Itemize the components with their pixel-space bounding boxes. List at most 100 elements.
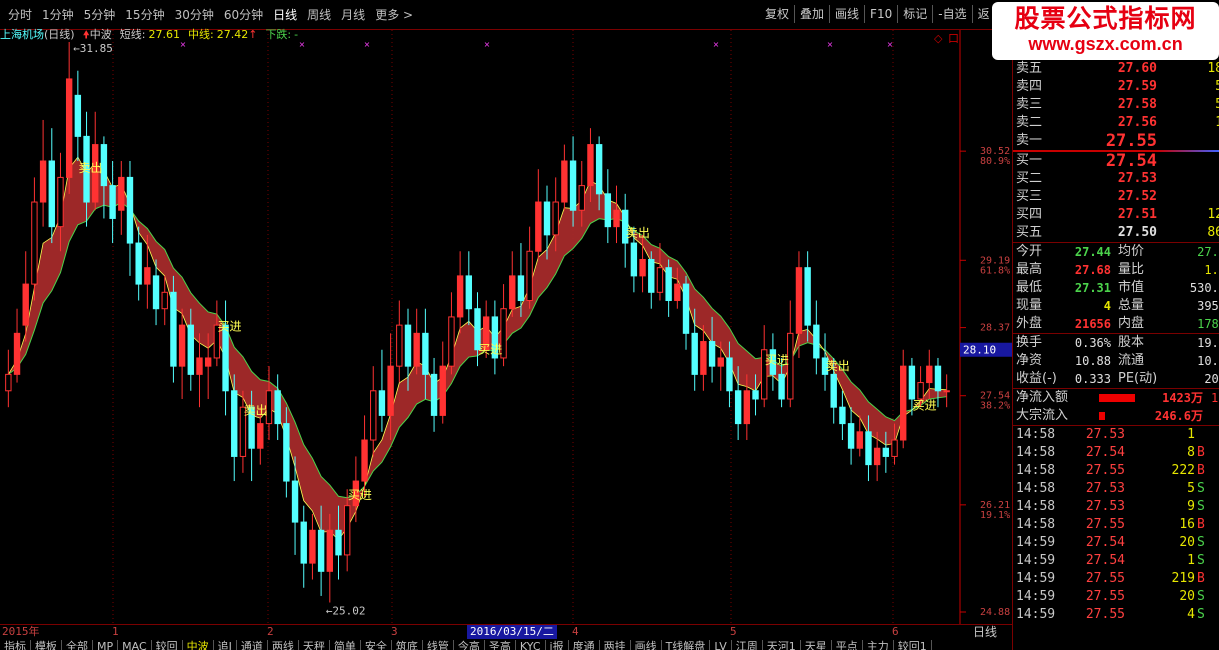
event-marker[interactable]: × [299,40,306,49]
candle[interactable] [39,119,47,227]
bid-price[interactable]: 27.51 [1083,206,1157,224]
tool-button[interactable]: 叠加 [794,5,829,23]
candle[interactable] [309,513,316,580]
indicator-tab[interactable]: 筑底 [392,640,423,650]
period-tab[interactable]: 月线 [336,6,370,24]
candle[interactable] [439,341,446,424]
candle[interactable] [126,160,134,276]
ask-price[interactable]: 27.55 [1083,132,1157,150]
candle[interactable] [813,300,820,375]
period-label[interactable]: 日线 [973,625,997,639]
period-tab[interactable]: 60分钟 [219,6,268,24]
tool-button[interactable]: -自选 [932,5,971,23]
candle[interactable] [700,325,707,391]
candle[interactable] [448,292,455,375]
buy-signal[interactable]: 买进 [218,319,242,333]
period-tab[interactable]: 1分钟 [37,6,79,24]
candle[interactable] [396,300,403,383]
indicator-tab[interactable]: 全部 [62,640,93,650]
indicator-tab[interactable]: 画线 [631,640,662,650]
candle[interactable] [839,390,846,441]
period-tab[interactable]: 30分钟 [170,6,219,24]
buy-signal[interactable]: 买进 [478,343,502,357]
buy-signal[interactable]: 买进 [913,398,937,412]
candle[interactable] [804,251,811,342]
candle[interactable] [456,251,464,334]
candle[interactable] [943,374,950,408]
indicator-tab[interactable]: 安全 [361,640,392,650]
buy-signal[interactable]: 买进 [348,488,372,502]
candle[interactable] [648,251,655,309]
indicator-tab[interactable]: 天星 [801,640,832,650]
candle[interactable] [48,128,55,244]
indicator-tab[interactable]: 圣高 [485,640,516,650]
sell-signal[interactable]: 卖出 [79,161,103,175]
indicator-tab[interactable]: 天秤 [299,640,330,650]
event-marker[interactable]: × [713,40,720,49]
indicator-tab[interactable]: 两线 [268,640,299,650]
indicator-tab[interactable]: 较回1 [894,640,932,650]
candle[interactable] [222,300,229,416]
event-marker[interactable]: × [180,40,187,49]
candle[interactable] [665,259,672,317]
indicator-tab[interactable]: 较回 [152,640,183,650]
candle[interactable] [300,505,307,588]
indicator-tab[interactable]: 简单 [330,640,361,650]
candle[interactable] [682,275,690,350]
ask-price[interactable]: 27.60 [1083,60,1157,78]
candle[interactable] [491,300,499,375]
period-tab[interactable]: 5分钟 [79,6,121,24]
indicator-tab[interactable]: KYC [516,640,546,650]
sell-signal[interactable]: 卖出 [244,403,268,417]
candle[interactable] [561,144,568,211]
candle[interactable] [231,374,238,482]
buy-signal[interactable]: 买进 [765,353,789,367]
indicator-tab[interactable]: j报 [546,640,569,650]
period-tab[interactable]: 周线 [302,6,336,24]
candle[interactable] [847,407,855,465]
candle[interactable] [31,177,38,301]
candle[interactable] [604,169,612,244]
candle[interactable] [430,357,438,432]
candle[interactable] [5,349,12,408]
candle[interactable] [361,415,368,498]
bid-price[interactable]: 27.50 [1083,224,1157,242]
ask-price[interactable]: 27.56 [1083,114,1157,132]
indicator-tab[interactable]: 主力 [863,640,894,650]
indicator-tab[interactable]: 模板 [31,640,62,650]
bid-price[interactable]: 27.53 [1083,170,1157,188]
candle[interactable] [465,251,473,326]
tool-button[interactable]: 画线 [829,5,864,23]
period-tab[interactable]: 15分钟 [120,6,169,24]
indicator-tab[interactable]: 指标 [0,640,31,650]
indicator-tab[interactable]: LV [710,640,732,650]
indicator-tab[interactable]: 两挂 [600,640,631,650]
bid-price[interactable]: 27.54 [1083,152,1157,170]
sell-signal[interactable]: 卖出 [626,226,650,240]
event-marker[interactable]: × [364,40,371,49]
candle[interactable] [378,349,386,432]
period-tab[interactable]: 日线 [268,6,302,24]
candle[interactable] [535,169,542,260]
candle[interactable] [413,308,420,375]
candle[interactable] [65,42,73,194]
indicator-tab[interactable]: 中波 [183,640,214,650]
candle[interactable] [118,160,125,235]
indicator-tab[interactable]: 江周 [732,640,763,650]
event-marker[interactable]: × [484,40,491,49]
bid-price[interactable]: 27.52 [1083,188,1157,206]
period-tab[interactable]: 更多 [370,6,418,24]
candle[interactable] [170,275,177,383]
indicator-tab[interactable]: 追J [214,640,237,650]
candle[interactable] [613,185,620,244]
period-tab[interactable]: 分时 [3,6,37,24]
indicator-tab[interactable]: 平点 [832,640,863,650]
candle[interactable] [370,366,377,457]
candle[interactable] [13,308,21,383]
candle[interactable] [135,226,142,301]
indicator-tab[interactable]: MAC [118,640,152,650]
indicator-tab[interactable]: 天河1 [763,640,801,650]
window-icon[interactable]: 口 [948,32,959,45]
diamond-icon[interactable]: ◇ [934,32,943,45]
tool-button[interactable]: F10 [864,5,897,23]
